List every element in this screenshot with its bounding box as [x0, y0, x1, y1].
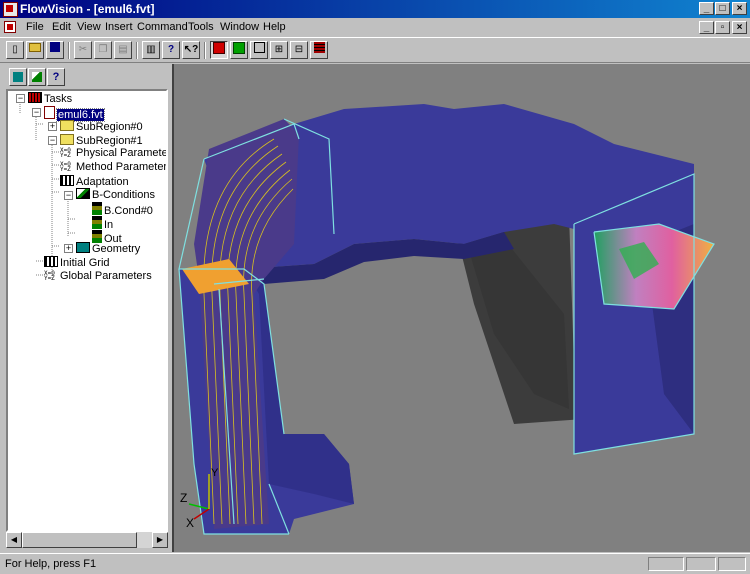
- save-icon[interactable]: [46, 41, 64, 59]
- task-panel: ? − Tasks − emul6.fvt + SubRegion#0 − Su…: [3, 66, 171, 550]
- child-minimize-button[interactable]: _: [699, 21, 714, 34]
- scroll-thumb[interactable]: [22, 532, 137, 548]
- child-restore-button[interactable]: ▫: [715, 21, 730, 34]
- boundary-icon: [92, 202, 102, 215]
- scroll-right-icon[interactable]: ▶: [152, 532, 168, 548]
- tree-node-physical[interactable]: X=0 Y=Z Physical Parameters: [60, 147, 166, 160]
- duct-model: Z X Y: [178, 104, 715, 535]
- horizontal-scrollbar[interactable]: ◀ ▶: [6, 532, 168, 548]
- context-help-icon[interactable]: ↖?: [182, 41, 200, 59]
- status-panel: [686, 557, 716, 571]
- menu-bar: File Edit View Insert Command Tools Wind…: [0, 18, 750, 37]
- tree-node-method[interactable]: X=0 Y=Z Method Parameters: [60, 161, 166, 174]
- close-button[interactable]: ×: [732, 2, 747, 15]
- info-tab-icon[interactable]: ?: [47, 68, 65, 86]
- toolbar: ▯ ✂ ❐ ▤ ▥ ? ↖? ⊞ ⊟: [0, 37, 750, 63]
- toolbar-separator: [204, 42, 206, 59]
- status-bar: For Help, press F1: [0, 553, 750, 574]
- axis-y-label: Y: [211, 467, 219, 479]
- tree-node-global[interactable]: X=0 Y=Z Global Parameters: [44, 270, 152, 283]
- tree-node-bconditions[interactable]: B-Conditions: [76, 188, 155, 201]
- tree-collapse-toggle[interactable]: −: [48, 136, 57, 145]
- document-icon[interactable]: [4, 21, 16, 33]
- parameters-icon: X=0 Y=Z: [60, 161, 71, 173]
- tree-node-file[interactable]: emul6.fvt: [44, 106, 105, 122]
- about-icon[interactable]: ?: [162, 41, 180, 59]
- boundary-conditions-icon: [76, 188, 90, 199]
- open-icon[interactable]: [26, 41, 44, 59]
- tree-node-in[interactable]: In: [92, 216, 113, 231]
- adaptation-icon: [60, 175, 74, 186]
- tree-node-subregion0[interactable]: SubRegion#0: [60, 120, 143, 133]
- 3d-viewport[interactable]: Z X Y: [172, 64, 750, 552]
- tasks-tab-icon[interactable]: [9, 68, 27, 86]
- colormap-icon[interactable]: [310, 41, 328, 59]
- folder-icon: [60, 120, 74, 131]
- maximize-button[interactable]: □: [715, 2, 730, 15]
- tree-collapse-toggle[interactable]: −: [32, 108, 41, 117]
- parameters-icon: X=0 Y=Z: [44, 270, 55, 282]
- tree-node-subregion1[interactable]: SubRegion#1: [60, 134, 143, 147]
- menu-file[interactable]: File: [26, 21, 44, 33]
- cut-icon[interactable]: ✂: [74, 41, 92, 59]
- tree-collapse-toggle[interactable]: −: [64, 191, 73, 200]
- tree-node-adaptation[interactable]: Adaptation: [60, 175, 129, 188]
- menu-window[interactable]: Window: [220, 21, 259, 33]
- boundary-icon: [92, 216, 102, 229]
- shaded-view-icon[interactable]: [230, 41, 248, 59]
- tasks-icon: [28, 92, 42, 103]
- new-icon[interactable]: ▯: [6, 41, 24, 59]
- scroll-left-icon[interactable]: ◀: [6, 532, 22, 548]
- status-panel: [648, 557, 684, 571]
- tree-collapse-toggle[interactable]: −: [16, 94, 25, 103]
- solid-view-icon[interactable]: [210, 41, 228, 59]
- menu-insert[interactable]: Insert: [105, 21, 133, 33]
- tree-node-initial-grid[interactable]: Initial Grid: [44, 256, 110, 269]
- layout-b-icon[interactable]: ⊟: [290, 41, 308, 59]
- status-panel: [718, 557, 746, 571]
- view-tab-icon[interactable]: [28, 68, 46, 86]
- folder-open-icon: [60, 134, 74, 145]
- axis-x-label: X: [186, 516, 194, 530]
- tree-node-bcond0[interactable]: B.Cond#0: [92, 202, 153, 217]
- window-title: FlowVision - [emul6.fvt]: [20, 2, 155, 16]
- app-icon[interactable]: [3, 2, 18, 17]
- child-close-button[interactable]: ×: [732, 21, 747, 34]
- file-icon: [44, 106, 55, 119]
- tree-node-tasks[interactable]: Tasks: [28, 92, 72, 105]
- status-text: For Help, press F1: [5, 558, 97, 570]
- paste-icon[interactable]: ▤: [114, 41, 132, 59]
- parameters-icon: X=0 Y=Z: [60, 147, 71, 159]
- grid-icon: [44, 256, 58, 267]
- tree-expand-toggle[interactable]: +: [48, 122, 57, 131]
- tree-expand-toggle[interactable]: +: [64, 244, 73, 253]
- menu-edit[interactable]: Edit: [52, 21, 71, 33]
- layout-a-icon[interactable]: ⊞: [270, 41, 288, 59]
- title-bar: FlowVision - [emul6.fvt] _ □ ×: [0, 0, 750, 18]
- menu-view[interactable]: View: [77, 21, 101, 33]
- geometry-icon: [76, 242, 90, 253]
- menu-help[interactable]: Help: [263, 21, 286, 33]
- axis-z-label: Z: [180, 491, 187, 505]
- wire-view-icon[interactable]: [250, 41, 268, 59]
- toolbar-separator: [136, 42, 138, 59]
- task-tree: − Tasks − emul6.fvt + SubRegion#0 − SubR…: [6, 89, 168, 532]
- toolbar-separator: [68, 42, 70, 59]
- print-icon[interactable]: ▥: [142, 41, 160, 59]
- tree-node-geometry[interactable]: Geometry: [76, 242, 140, 255]
- minimize-button[interactable]: _: [699, 2, 714, 15]
- menu-tools[interactable]: Tools: [188, 21, 214, 33]
- copy-icon[interactable]: ❐: [94, 41, 112, 59]
- menu-command[interactable]: Command: [137, 21, 188, 33]
